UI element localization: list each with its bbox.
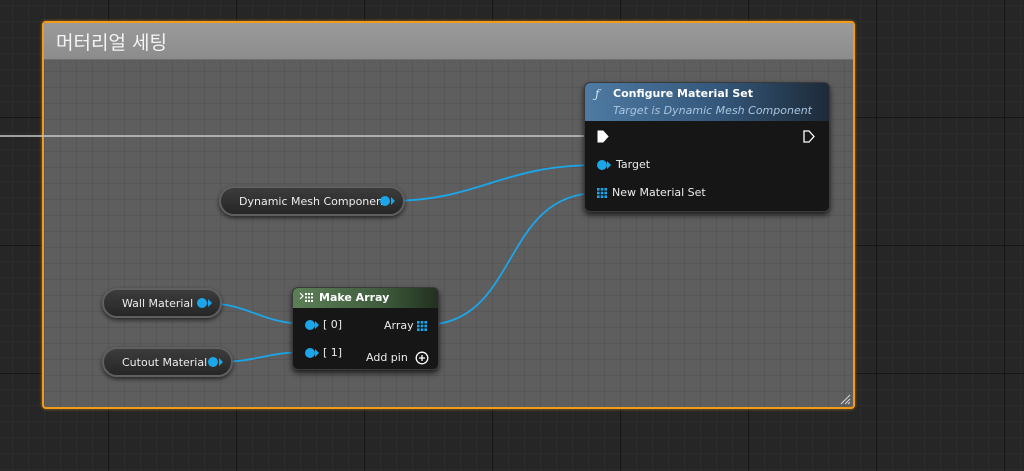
make-array-header[interactable]: Make Array <box>293 288 438 308</box>
configure-material-set-subtitle: Target is Dynamic Mesh Component <box>613 104 812 117</box>
new-material-set-pin-label: New Material Set <box>612 186 706 199</box>
resize-grip-icon[interactable] <box>839 393 851 405</box>
dynamic-mesh-component-pin-arrow <box>391 197 395 205</box>
comment-header[interactable]: 머터리얼 세팅 <box>44 23 853 60</box>
index-0-pin-label: [ 0] <box>323 318 343 331</box>
wall-material-output-pin[interactable] <box>197 298 207 308</box>
array-output-pin-label: Array <box>384 319 414 332</box>
make-array-icon <box>299 292 313 302</box>
function-icon: ƒ <box>595 87 600 101</box>
configure-material-set-header[interactable]: ƒ Configure Material Set Target is Dynam… <box>585 83 829 121</box>
cutout-material-output-pin[interactable] <box>208 357 218 367</box>
wall-material-pin-arrow <box>208 299 212 307</box>
configure-material-set-node[interactable]: ƒ Configure Material Set Target is Dynam… <box>584 82 830 212</box>
exec-input-pin-icon[interactable] <box>597 130 609 143</box>
make-array-title: Make Array <box>319 291 390 304</box>
cutout-material-label: Cutout Material <box>122 356 208 369</box>
target-pin-label: Target <box>616 158 651 171</box>
configure-material-set-title: Configure Material Set <box>613 87 753 100</box>
target-pin-arrow <box>607 161 611 169</box>
index-1-pin-arrow <box>315 349 319 357</box>
add-pin-label[interactable]: Add pin <box>366 351 408 364</box>
index-0-pin-arrow <box>315 321 319 329</box>
target-input-pin[interactable] <box>597 160 607 170</box>
dynamic-mesh-component-node[interactable]: Dynamic Mesh Component <box>219 186 405 216</box>
make-array-node[interactable]: Make Array [ 0] [ 1] Array Add pin <box>292 287 439 370</box>
dynamic-mesh-component-output-pin[interactable] <box>380 196 390 206</box>
wall-material-label: Wall Material <box>122 297 194 310</box>
dynamic-mesh-component-label: Dynamic Mesh Component <box>239 195 388 208</box>
index-1-input-pin[interactable] <box>305 348 315 358</box>
exec-output-pin-icon[interactable] <box>803 130 815 143</box>
array-pin-icon[interactable] <box>597 188 607 198</box>
wall-material-node[interactable]: Wall Material <box>102 288 222 318</box>
comment-title[interactable]: 머터리얼 세팅 <box>56 28 167 55</box>
cutout-material-node[interactable]: Cutout Material <box>102 347 233 377</box>
array-output-pin-icon[interactable] <box>417 321 427 331</box>
cutout-material-pin-arrow <box>219 358 223 366</box>
index-0-input-pin[interactable] <box>305 320 315 330</box>
add-pin-icon[interactable] <box>415 351 429 365</box>
index-1-pin-label: [ 1] <box>323 346 343 359</box>
